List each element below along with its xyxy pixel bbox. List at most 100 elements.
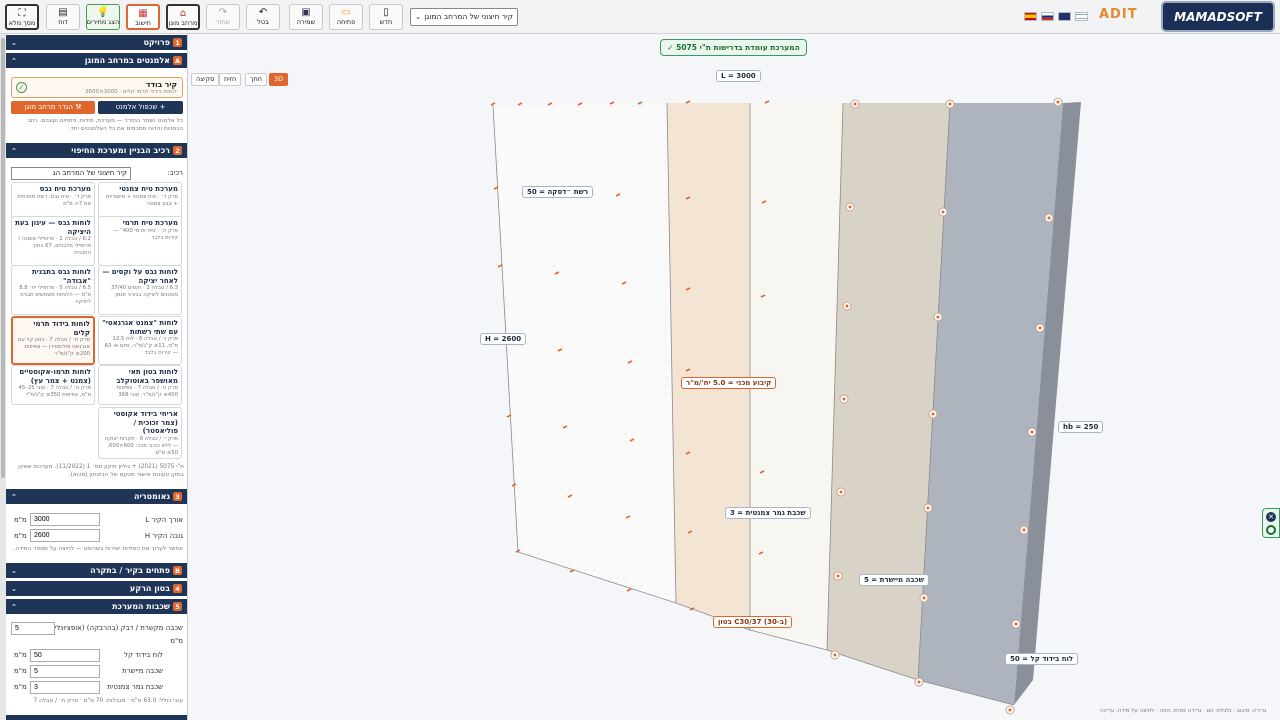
anchor-dot	[1008, 708, 1012, 712]
duplicate-element-button[interactable]: + שכפול אלמנט	[98, 101, 183, 114]
component-select[interactable]: קיר חיצוני של המרחב הג	[11, 167, 131, 180]
fixing-mark	[497, 264, 503, 268]
anchor-dot	[926, 506, 930, 510]
sidebar-scrollbar[interactable]	[0, 34, 6, 720]
view-3d-button[interactable]: 3D	[269, 73, 289, 86]
sidebar: 1 פרויקט ⌄ A אלמנטים במרחב המוגן ⌃ קיר בודד …	[0, 34, 188, 720]
anchor-dot	[845, 304, 849, 308]
concrete-layer	[667, 103, 750, 630]
fixing-mark	[764, 100, 770, 104]
card-desc: פרק ח׳ / טבלה 7 · בטון קל עם אגרגאט פולי…	[18, 337, 90, 357]
wall-length-input[interactable]	[30, 513, 100, 526]
section-openings[interactable]: B פתחים בקיר / בתקרה ⌄	[6, 563, 187, 578]
scrollbar-thumb[interactable]	[1, 38, 5, 478]
folder-icon: ▭	[341, 7, 351, 18]
card-desc: פרק ד׳ · טיח גבס, רשת מתכתית אם 7< מ"מ	[17, 193, 91, 207]
lightbulb-icon: 💡	[96, 7, 110, 18]
fixing-mark	[569, 569, 575, 573]
anchor-dot	[1022, 528, 1026, 532]
calculate-button[interactable]: ▦ חישוב	[126, 4, 160, 30]
anchor-dot	[1047, 216, 1051, 220]
redo-icon: ↷	[218, 7, 228, 18]
view-section-button[interactable]: חתך	[245, 73, 268, 86]
section-geometry[interactable]: 3 גאומטריה ⌃	[6, 489, 187, 504]
protected-space-button[interactable]: ⌂ מרחב מוגן	[166, 4, 200, 30]
anchor-dot	[853, 102, 857, 106]
dimension-hb[interactable]: hb = 250	[1058, 421, 1104, 433]
3d-viewport[interactable]: 3D חתך חזית סקיצה L = 3000 H = 2600 hb =…	[188, 34, 1280, 720]
card-title: לוחות בטון תאי מאושפר באוטוקלב	[116, 368, 178, 385]
report-button[interactable]: ▤ דוח	[46, 4, 80, 30]
system-card[interactable]: לוחות בטון תאי מאושפר באוטוקלב פרק ט׳ / ט…	[98, 365, 182, 405]
section-elements[interactable]: A אלמנטים במרחב המוגן ⌃	[6, 53, 187, 68]
section-next[interactable]	[6, 715, 187, 720]
section-base-concrete[interactable]: 4 בטון הרקע ⌄	[6, 581, 187, 596]
dimension-height[interactable]: H = 2600	[480, 333, 527, 345]
card-title: מערכת טיח תרמי	[122, 219, 178, 227]
mamadsoft-logo: MAMADSOFT	[1161, 1, 1275, 32]
flag-uk-icon[interactable]	[1058, 12, 1071, 21]
adhesive-layer-input[interactable]	[11, 622, 55, 635]
label-mesh: רשת ״דסקה = 50	[522, 186, 594, 198]
section-layers[interactable]: 5 שכבות המערכת ⌃	[6, 599, 187, 614]
system-card[interactable]: לוחות גבס — עיגון בעת היציקה 6.2 / טבלה 2…	[11, 216, 95, 266]
system-card[interactable]: לוחות גבס בתבנית "אבודה" 6.5 / טבלה 5 · פ…	[11, 265, 95, 315]
card-title: לוחות גבס על וקסים — לאחר יציקה	[102, 268, 178, 285]
leveling-input[interactable]	[30, 665, 100, 678]
view-sketch-button[interactable]: סקיצה	[191, 73, 220, 86]
dimension-length[interactable]: L = 3000	[716, 70, 761, 82]
card-desc: פרק ה׳ · טיח תרמי 400" — קירות בלבד	[113, 227, 178, 241]
chevron-icon: ⌄	[11, 38, 17, 47]
card-desc: 6.5 / טבלה 5 · פרופילי יח׳ 8.8 מ"מ — הלו…	[19, 285, 91, 305]
finish-layer-input[interactable]	[30, 681, 100, 694]
card-title: אריחי בידוד אקוסטי (צמר זכוכית / פוליאסט…	[113, 410, 178, 435]
card-title: לוחות תרמו-אקוסטיים (צמנט + צמר עץ)	[19, 368, 91, 385]
system-card[interactable]: לוחות בידוד תרמי קלים פרק ח׳ / טבלה 7 · ב…	[11, 316, 95, 365]
house-icon: ⌂	[179, 8, 187, 19]
element-item[interactable]: קיר בודד לוחות בידוד תרמי קלים · 3000×26…	[11, 77, 183, 98]
flag-spain-icon[interactable]	[1024, 12, 1037, 21]
calculator-icon: ▦	[138, 8, 148, 19]
flag-russia-icon[interactable]	[1041, 12, 1054, 21]
open-button[interactable]: ▭ פתיחה	[329, 4, 363, 30]
chevron-icon: ⌃	[11, 602, 17, 611]
floppy-icon: ▣	[301, 7, 311, 18]
fixing-mark	[626, 588, 632, 592]
fixing-mark	[685, 100, 691, 104]
check-circle-icon	[1266, 525, 1276, 535]
anchor-dot	[917, 680, 921, 684]
chevron-down-icon: ⌄	[415, 12, 422, 21]
show-prices-button[interactable]: 💡 הצג מחירים	[86, 4, 120, 30]
wall-height-input[interactable]	[30, 529, 100, 542]
anchor-dot	[836, 574, 840, 578]
system-card[interactable]: לוחות תרמו-אקוסטיים (צמנט + צמר עץ) פרק ט…	[11, 365, 95, 405]
save-button[interactable]: ▣ שמירה	[289, 4, 323, 30]
undo-button[interactable]: ↶ בטל	[246, 4, 280, 30]
anchor-dot	[833, 653, 837, 657]
expand-icon: ⛶	[18, 8, 26, 19]
anchor-dot	[1030, 430, 1034, 434]
card-desc: פרק ט׳ / טבלה 7 · עובי 25–45 מ"מ, צפיפות…	[18, 385, 91, 398]
system-card[interactable]: לוחות גבס על וקסים — לאחר יציקה 6.3 / טבל…	[98, 265, 182, 315]
view-elevation-button[interactable]: חזית	[219, 73, 242, 86]
insulation-input[interactable]	[30, 649, 100, 662]
redo-button[interactable]: ↷ שחזר	[206, 4, 240, 30]
fullscreen-button[interactable]: ⛶ מסך מלא	[5, 4, 39, 30]
card-desc: 6.3 / טבלה 3 · וקסים 37/40 מעוגנים ליציק…	[111, 285, 178, 298]
compliance-status: ✓ המערכת עומדת בדרישות ת"י 5075	[660, 39, 807, 56]
chevron-icon: ⌄	[11, 566, 17, 575]
system-card[interactable]: לוחות "צמנט אגרגאטי" עם שתי רשתות פרק ז׳ …	[98, 316, 182, 365]
system-card[interactable]: אריחי בידוד אקוסטי (צמר זכוכית / פוליאסט…	[98, 407, 182, 459]
section-component[interactable]: 2 רכיב הבניין ומערכת החיפוי ⌃	[6, 143, 187, 158]
system-card[interactable]: מערכת טיח תרמי פרק ה׳ · טיח תרמי 400" — ק…	[98, 216, 182, 266]
side-status-panel[interactable]: ✕	[1262, 508, 1280, 538]
define-space-button[interactable]: ⚒ הגדר מרחב מוגן	[11, 101, 95, 114]
flag-israel-icon[interactable]	[1075, 12, 1088, 21]
wall-select[interactable]: קיר חיצוני של המרחב המוגן ⌄	[410, 8, 518, 26]
anchor-dot	[1056, 100, 1060, 104]
label-concrete: בטון C30/37 (ב-30)	[713, 616, 793, 628]
undo-icon: ↶	[258, 7, 268, 18]
new-button[interactable]: ▯ חדש	[369, 4, 403, 30]
close-icon[interactable]: ✕	[1266, 512, 1276, 522]
section-project[interactable]: 1 פרויקט ⌄	[6, 35, 187, 50]
